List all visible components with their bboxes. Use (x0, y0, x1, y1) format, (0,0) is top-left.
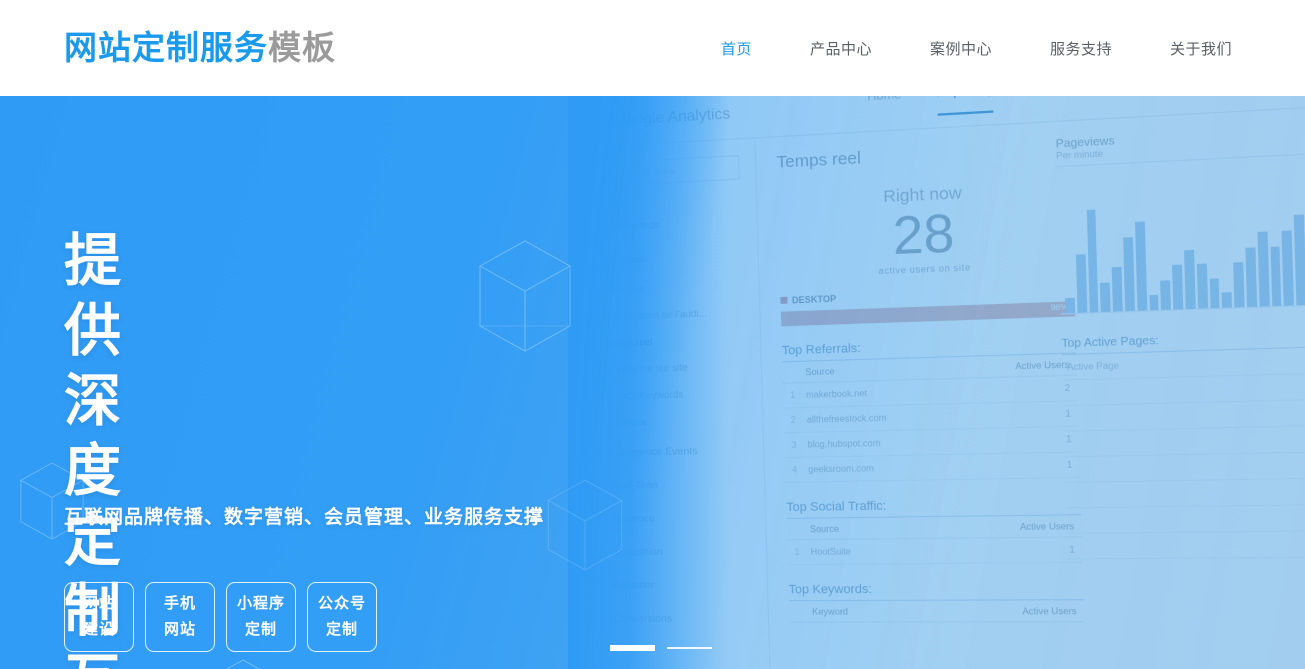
hero-banner: Hot Ngspc Red TB Blogfeed Brain Pickings… (0, 96, 1305, 669)
main-navigation: 首页 产品中心 案例中心 服务支持 关于我们 (692, 0, 1261, 96)
hero-tag-row: 网站 建设 手机 网站 小程序 定制 公众号 定制 (64, 582, 377, 652)
logo-sub-text: 模板 (268, 29, 336, 66)
site-logo[interactable]: 网站定制服务模板 (64, 18, 336, 78)
hero-photo-analytics-dashboard: Hot Ngspc Red TB Blogfeed Brain Pickings… (568, 96, 1305, 669)
tag-website-build[interactable]: 网站 建设 (64, 582, 134, 652)
tag-official-account-custom[interactable]: 公众号 定制 (307, 582, 377, 652)
carousel-dot-2[interactable] (667, 647, 712, 649)
decorative-cube-icon (225, 659, 261, 669)
tag-line2: 定制 (325, 621, 358, 638)
nav-item-cases[interactable]: 案例中心 (930, 32, 992, 65)
tag-line1: 网站 (82, 595, 115, 612)
nav-item-home[interactable]: 首页 (721, 32, 752, 65)
tag-line1: 公众号 (317, 595, 366, 612)
nav-item-about[interactable]: 关于我们 (1170, 32, 1232, 65)
tag-line1: 小程序 (236, 595, 285, 612)
nav-item-support[interactable]: 服务支持 (1050, 32, 1112, 65)
nav-item-products[interactable]: 产品中心 (810, 32, 872, 65)
carousel-dot-1[interactable] (610, 645, 655, 651)
tag-mobile-website[interactable]: 手机 网站 (145, 582, 215, 652)
logo-main-text: 网站定制服务 (64, 29, 268, 66)
tag-line2: 建设 (82, 621, 115, 638)
site-header: 网站定制服务模板 首页 产品中心 案例中心 服务支持 关于我们 (0, 0, 1305, 96)
hero-subtitle: 互联网品牌传播、数字营销、会员管理、业务服务支撑 (64, 507, 545, 528)
tag-line2: 定制 (244, 621, 277, 638)
carousel-indicators (610, 645, 712, 651)
decorative-cube-icon (547, 479, 623, 571)
tag-miniprogram-custom[interactable]: 小程序 定制 (226, 582, 296, 652)
tag-line2: 网站 (163, 621, 196, 638)
decorative-cube-icon (478, 240, 572, 352)
tag-line1: 手机 (163, 595, 196, 612)
photo-left-fade (568, 96, 728, 669)
